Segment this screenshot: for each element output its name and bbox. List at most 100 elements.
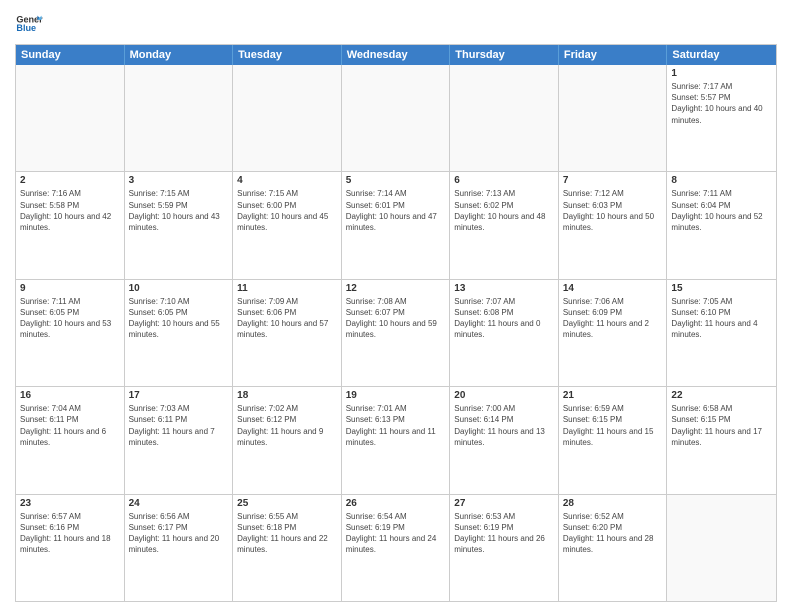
weekday-header-monday: Monday	[125, 45, 234, 65]
weekday-header-thursday: Thursday	[450, 45, 559, 65]
day-cell-empty-0-0	[16, 65, 125, 171]
day-cell-27: 27 Sunrise: 6:53 AM Sunset: 6:19 PM Dayli…	[450, 495, 559, 601]
day-cell-17: 17 Sunrise: 7:03 AM Sunset: 6:11 PM Dayli…	[125, 387, 234, 493]
day-info: Sunrise: 6:56 AM Sunset: 6:17 PM Dayligh…	[129, 511, 229, 556]
calendar-row-1: 2 Sunrise: 7:16 AM Sunset: 5:58 PM Daylig…	[16, 172, 776, 279]
day-info: Sunrise: 7:17 AM Sunset: 5:57 PM Dayligh…	[671, 81, 772, 126]
day-cell-1: 1 Sunrise: 7:17 AM Sunset: 5:57 PM Daylig…	[667, 65, 776, 171]
day-info: Sunrise: 6:55 AM Sunset: 6:18 PM Dayligh…	[237, 511, 337, 556]
day-number: 5	[346, 175, 446, 186]
day-info: Sunrise: 7:06 AM Sunset: 6:09 PM Dayligh…	[563, 296, 663, 341]
day-info: Sunrise: 7:11 AM Sunset: 6:04 PM Dayligh…	[671, 188, 772, 233]
day-number: 18	[237, 390, 337, 401]
svg-text:Blue: Blue	[16, 23, 36, 33]
day-info: Sunrise: 6:59 AM Sunset: 6:15 PM Dayligh…	[563, 403, 663, 448]
day-cell-7: 7 Sunrise: 7:12 AM Sunset: 6:03 PM Daylig…	[559, 172, 668, 278]
day-cell-empty-0-1	[125, 65, 234, 171]
day-cell-21: 21 Sunrise: 6:59 AM Sunset: 6:15 PM Dayli…	[559, 387, 668, 493]
day-info: Sunrise: 6:52 AM Sunset: 6:20 PM Dayligh…	[563, 511, 663, 556]
day-cell-11: 11 Sunrise: 7:09 AM Sunset: 6:06 PM Dayli…	[233, 280, 342, 386]
day-info: Sunrise: 7:05 AM Sunset: 6:10 PM Dayligh…	[671, 296, 772, 341]
calendar-row-0: 1 Sunrise: 7:17 AM Sunset: 5:57 PM Daylig…	[16, 65, 776, 172]
day-info: Sunrise: 7:16 AM Sunset: 5:58 PM Dayligh…	[20, 188, 120, 233]
logo-icon: General Blue	[15, 10, 43, 38]
day-number: 8	[671, 175, 772, 186]
day-number: 26	[346, 498, 446, 509]
day-cell-3: 3Sunrise: 7:15 AM Sunset: 5:59 PM Daylig…	[125, 172, 234, 278]
day-number: 21	[563, 390, 663, 401]
logo: General Blue	[15, 10, 45, 38]
day-number: 3	[129, 175, 229, 186]
day-number: 24	[129, 498, 229, 509]
day-number: 17	[129, 390, 229, 401]
day-cell-19: 19 Sunrise: 7:01 AM Sunset: 6:13 PM Dayli…	[342, 387, 451, 493]
day-number: 10	[129, 283, 229, 294]
day-cell-empty-4-6	[667, 495, 776, 601]
day-cell-14: 14Sunrise: 7:06 AM Sunset: 6:09 PM Dayli…	[559, 280, 668, 386]
day-cell-16: 16 Sunrise: 7:04 AM Sunset: 6:11 PM Dayli…	[16, 387, 125, 493]
day-number: 19	[346, 390, 446, 401]
day-info: Sunrise: 7:08 AM Sunset: 6:07 PM Dayligh…	[346, 296, 446, 341]
calendar-row-2: 9Sunrise: 7:11 AM Sunset: 6:05 PM Daylig…	[16, 280, 776, 387]
day-cell-empty-0-5	[559, 65, 668, 171]
day-cell-26: 26Sunrise: 6:54 AM Sunset: 6:19 PM Dayli…	[342, 495, 451, 601]
day-info: Sunrise: 7:02 AM Sunset: 6:12 PM Dayligh…	[237, 403, 337, 448]
day-info: Sunrise: 7:04 AM Sunset: 6:11 PM Dayligh…	[20, 403, 120, 448]
day-number: 11	[237, 283, 337, 294]
day-number: 6	[454, 175, 554, 186]
weekday-header-saturday: Saturday	[667, 45, 776, 65]
day-number: 27	[454, 498, 554, 509]
day-cell-empty-0-3	[342, 65, 451, 171]
day-number: 2	[20, 175, 120, 186]
day-number: 1	[671, 68, 772, 79]
day-info: Sunrise: 7:12 AM Sunset: 6:03 PM Dayligh…	[563, 188, 663, 233]
day-cell-20: 20 Sunrise: 7:00 AM Sunset: 6:14 PM Dayli…	[450, 387, 559, 493]
day-number: 22	[671, 390, 772, 401]
calendar: SundayMondayTuesdayWednesdayThursdayFrid…	[15, 44, 777, 602]
day-info: Sunrise: 7:00 AM Sunset: 6:14 PM Dayligh…	[454, 403, 554, 448]
weekday-header-tuesday: Tuesday	[233, 45, 342, 65]
day-number: 25	[237, 498, 337, 509]
day-info: Sunrise: 7:03 AM Sunset: 6:11 PM Dayligh…	[129, 403, 229, 448]
day-info: Sunrise: 7:09 AM Sunset: 6:06 PM Dayligh…	[237, 296, 337, 341]
page: General Blue SundayMondayTuesdayWednesda…	[0, 0, 792, 612]
day-info: Sunrise: 7:01 AM Sunset: 6:13 PM Dayligh…	[346, 403, 446, 448]
header: General Blue	[15, 10, 777, 38]
day-number: 15	[671, 283, 772, 294]
day-cell-13: 13 Sunrise: 7:07 AM Sunset: 6:08 PM Dayli…	[450, 280, 559, 386]
day-info: Sunrise: 6:58 AM Sunset: 6:15 PM Dayligh…	[671, 403, 772, 448]
day-number: 28	[563, 498, 663, 509]
day-number: 7	[563, 175, 663, 186]
day-cell-2: 2 Sunrise: 7:16 AM Sunset: 5:58 PM Daylig…	[16, 172, 125, 278]
day-number: 12	[346, 283, 446, 294]
day-cell-10: 10 Sunrise: 7:10 AM Sunset: 6:05 PM Dayli…	[125, 280, 234, 386]
day-info: Sunrise: 7:07 AM Sunset: 6:08 PM Dayligh…	[454, 296, 554, 341]
day-cell-23: 23Sunrise: 6:57 AM Sunset: 6:16 PM Dayli…	[16, 495, 125, 601]
calendar-row-4: 23Sunrise: 6:57 AM Sunset: 6:16 PM Dayli…	[16, 495, 776, 601]
day-info: Sunrise: 7:10 AM Sunset: 6:05 PM Dayligh…	[129, 296, 229, 341]
day-cell-5: 5 Sunrise: 7:14 AM Sunset: 6:01 PM Daylig…	[342, 172, 451, 278]
day-cell-9: 9Sunrise: 7:11 AM Sunset: 6:05 PM Daylig…	[16, 280, 125, 386]
day-number: 9	[20, 283, 120, 294]
day-cell-22: 22 Sunrise: 6:58 AM Sunset: 6:15 PM Dayli…	[667, 387, 776, 493]
weekday-header-friday: Friday	[559, 45, 668, 65]
day-cell-6: 6Sunrise: 7:13 AM Sunset: 6:02 PM Daylig…	[450, 172, 559, 278]
day-cell-28: 28 Sunrise: 6:52 AM Sunset: 6:20 PM Dayli…	[559, 495, 668, 601]
day-cell-empty-0-4	[450, 65, 559, 171]
day-cell-15: 15 Sunrise: 7:05 AM Sunset: 6:10 PM Dayli…	[667, 280, 776, 386]
day-number: 13	[454, 283, 554, 294]
day-cell-8: 8 Sunrise: 7:11 AM Sunset: 6:04 PM Daylig…	[667, 172, 776, 278]
day-cell-24: 24 Sunrise: 6:56 AM Sunset: 6:17 PM Dayli…	[125, 495, 234, 601]
day-cell-empty-0-2	[233, 65, 342, 171]
calendar-row-3: 16 Sunrise: 7:04 AM Sunset: 6:11 PM Dayli…	[16, 387, 776, 494]
day-number: 16	[20, 390, 120, 401]
day-info: Sunrise: 7:14 AM Sunset: 6:01 PM Dayligh…	[346, 188, 446, 233]
day-number: 20	[454, 390, 554, 401]
day-cell-12: 12 Sunrise: 7:08 AM Sunset: 6:07 PM Dayli…	[342, 280, 451, 386]
weekday-header-wednesday: Wednesday	[342, 45, 451, 65]
day-cell-25: 25 Sunrise: 6:55 AM Sunset: 6:18 PM Dayli…	[233, 495, 342, 601]
calendar-header: SundayMondayTuesdayWednesdayThursdayFrid…	[16, 45, 776, 65]
weekday-header-sunday: Sunday	[16, 45, 125, 65]
day-cell-4: 4Sunrise: 7:15 AM Sunset: 6:00 PM Daylig…	[233, 172, 342, 278]
day-info: Sunrise: 6:53 AM Sunset: 6:19 PM Dayligh…	[454, 511, 554, 556]
